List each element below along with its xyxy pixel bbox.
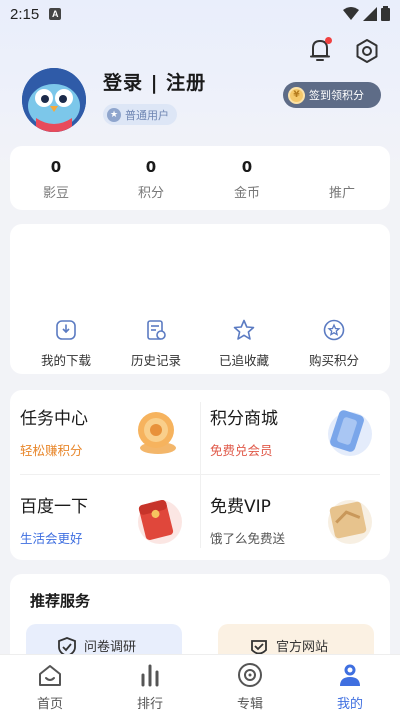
grid-subtitle: 免费兑会员 — [210, 443, 273, 458]
login-register-link[interactable]: 登录 | 注册 — [103, 68, 206, 95]
nav-label: 首页 — [36, 697, 63, 712]
tool-label: 历史记录 — [130, 353, 181, 368]
grid-free-vip[interactable]: 免费VIP 饿了么免费送 — [200, 478, 380, 558]
level-star-icon: ★ — [107, 107, 121, 122]
nav-label: 我的 — [336, 697, 363, 712]
grid-subtitle: 饿了么免费送 — [210, 531, 286, 546]
grid-title: 百度一下 — [20, 497, 88, 517]
stat-promote[interactable]: 推广 — [307, 158, 377, 201]
gift-box-icon — [328, 500, 372, 544]
stat-beans[interactable]: 0 影豆 — [21, 158, 91, 201]
grid-points-shop[interactable]: 积分商城 免费兑会员 — [200, 390, 380, 470]
bottom-nav: 首页 排行 专辑 我的 — [0, 654, 400, 716]
user-level-label: 普通用户 — [125, 108, 169, 122]
status-bar: 2:15 A — [0, 0, 400, 28]
settings-gear-icon[interactable] — [353, 37, 381, 65]
tool-label: 我的下载 — [40, 353, 91, 368]
user-level-badge: ★ 普通用户 — [103, 104, 177, 125]
battery-icon — [381, 6, 390, 21]
tool-label: 购买积分 — [308, 353, 359, 368]
nav-rank[interactable]: 排行 — [120, 661, 180, 712]
recommend-label: 问卷调研 — [84, 640, 137, 655]
stat-value — [307, 158, 377, 178]
grid-subtitle: 轻松赚积分 — [20, 443, 83, 458]
nav-mine[interactable]: 我的 — [320, 661, 380, 712]
stat-label: 金币 — [233, 186, 260, 201]
stats-card: 0 影豆 0 积分 0 金币 推广 — [10, 146, 390, 210]
tools-card: 我的下载 历史记录 已追收藏 购买积分 — [10, 224, 390, 374]
wifi-icon — [343, 6, 359, 20]
stat-value: 0 — [50, 158, 62, 176]
shop-card-icon — [328, 410, 372, 456]
stat-value: 0 — [145, 158, 157, 176]
status-time: 2:15 — [10, 5, 40, 23]
notification-badge-icon: A — [49, 8, 62, 20]
download-icon — [56, 320, 76, 340]
grid-task-center[interactable]: 任务中心 轻松赚积分 — [10, 390, 190, 470]
stat-value: 0 — [241, 158, 253, 176]
tool-buy-points[interactable]: 购买积分 — [292, 316, 376, 369]
tool-downloads[interactable]: 我的下载 — [24, 316, 108, 369]
stat-label: 推广 — [328, 186, 355, 201]
recommend-title: 推荐服务 — [30, 592, 91, 610]
rank-icon — [141, 664, 159, 687]
checkin-label: 签到领积分 — [309, 89, 364, 102]
stat-label: 影豆 — [42, 186, 69, 201]
notification-bell-icon[interactable] — [306, 36, 334, 64]
nav-label: 排行 — [136, 697, 163, 712]
signal-icon — [363, 6, 377, 21]
album-icon — [238, 663, 262, 687]
nav-home[interactable]: 首页 — [20, 661, 80, 712]
coin-stack-icon — [138, 412, 176, 454]
nav-label: 专辑 — [236, 697, 263, 712]
checkin-button[interactable]: ¥ 签到领积分 — [283, 82, 381, 108]
avatar[interactable] — [22, 68, 86, 132]
history-icon — [147, 320, 166, 340]
recommend-label: 官方网站 — [276, 640, 329, 655]
coin-icon: ¥ — [288, 86, 305, 104]
tool-history[interactable]: 历史记录 — [114, 316, 198, 369]
feature-grid-card: 任务中心 轻松赚积分 积分商城 免费兑会员 百度一下 生活会更好 免费VIP 饿… — [10, 390, 390, 560]
tool-label: 已追收藏 — [218, 353, 269, 368]
profile-icon — [340, 664, 360, 686]
home-icon — [39, 665, 61, 686]
nav-album[interactable]: 专辑 — [220, 661, 280, 712]
stat-label: 积分 — [137, 186, 164, 201]
points-icon — [323, 319, 345, 341]
grid-title: 任务中心 — [20, 409, 88, 429]
stat-points[interactable]: 0 积分 — [116, 158, 186, 201]
grid-subtitle: 生活会更好 — [20, 531, 83, 546]
grid-title: 免费VIP — [210, 497, 271, 517]
grid-baidu[interactable]: 百度一下 生活会更好 — [10, 478, 190, 558]
star-icon — [233, 319, 255, 340]
red-packet-icon — [138, 499, 182, 544]
tool-favorites[interactable]: 已追收藏 — [202, 316, 286, 369]
unread-dot — [325, 37, 332, 44]
grid-title: 积分商城 — [210, 409, 278, 429]
stat-coins[interactable]: 0 金币 — [212, 158, 282, 201]
